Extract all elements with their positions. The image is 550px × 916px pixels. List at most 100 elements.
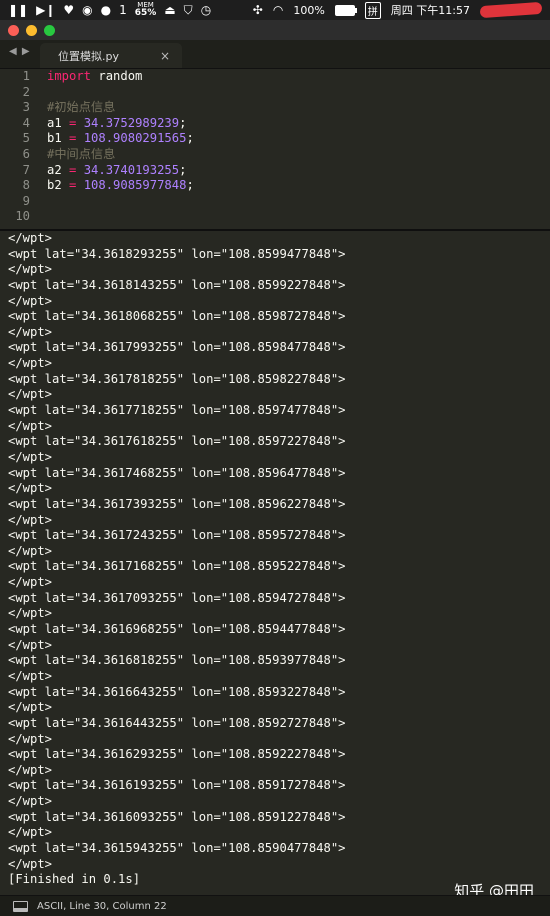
line-number: 9 [22,193,30,208]
tab-nav-arrows-icon[interactable]: ◀ ▶ [9,46,31,57]
assign-operator: = [69,131,77,146]
semicolon: ; [179,162,187,177]
input-method-icon[interactable]: 拼 [364,1,381,19]
battery-percent: 100% [293,3,325,17]
number-literal: 108.9085977848 [83,178,187,193]
pause-icon[interactable]: ❚❚ [8,0,28,20]
var-name: b1 [47,131,70,146]
output-line: <wpt lat="34.3618293255" lon="108.859947… [8,246,346,261]
line-number: 1 [22,69,30,83]
output-line: <wpt lat="34.3617168255" lon="108.859522… [8,559,346,574]
var-name: a1 [47,115,70,130]
play-next-icon[interactable]: ▶❙ [36,0,55,20]
code-line: 9 [0,194,550,210]
output-line: </wpt> [8,512,53,527]
output-line: <wpt lat="34.3617093255" lon="108.859472… [8,590,346,605]
battery-fill [335,5,354,15]
output-line: <wpt lat="34.3617618255" lon="108.859722… [8,434,346,449]
output-line: <wpt lat="34.3617718255" lon="108.859747… [8,403,346,418]
output-line: </wpt> [8,449,53,464]
battery-icon[interactable] [334,4,357,16]
code-comment: #中间点信息 [47,146,116,161]
output-line: </wpt> [8,324,53,339]
tab-file[interactable]: 位置模拟.py × [40,43,182,68]
line-number: 7 [22,162,30,177]
zoom-window-button[interactable] [44,25,55,36]
output-line: </wpt> [8,731,53,746]
wifi-icon[interactable]: ◠ [273,0,283,20]
output-line: <wpt lat="34.3616818255" lon="108.859397… [8,653,346,668]
screen-icon[interactable]: ⏏ [164,0,175,20]
semicolon: ; [179,115,187,130]
code-line: 7 a2 = 34.3740193255; [0,163,550,179]
code-line: 6 #中间点信息 [0,147,550,163]
output-line: </wpt> [8,700,53,715]
code-line: 8 b2 = 108.9085977848; [0,178,550,194]
output-line: <wpt lat="34.3617993255" lon="108.859847… [8,340,346,355]
menubar-left: ❚❚ ▶❙ ♥ ◉ ● 1 MEM 65% ⏏ ⛉ ◷ [0,0,211,20]
build-output-panel[interactable]: </wpt> <wpt lat="34.3618293255" lon="108.… [0,231,550,895]
assign-operator: = [69,178,77,193]
var-name: a2 [47,162,70,177]
output-line: </wpt> [8,856,53,871]
code-line: 2 [0,85,550,101]
output-line: </wpt> [8,575,53,590]
code-editor[interactable]: 1 import random 2 3 #初始点信息 4 a1 = 34.375… [0,69,550,229]
output-line: </wpt> [8,481,53,496]
output-line: <wpt lat="34.3616443255" lon="108.859272… [8,715,346,730]
code-line: 4 a1 = 34.3752989239; [0,116,550,132]
code-comment: #初始点信息 [47,100,116,115]
keyword-import: import [47,69,92,83]
output-line: <wpt lat="34.3616643255" lon="108.859322… [8,684,346,699]
number-literal: 108.9080291565 [83,131,187,146]
clock-icon[interactable]: ◷ [201,0,211,20]
output-line: </wpt> [8,387,53,402]
assign-operator: = [69,162,77,177]
minimize-window-button[interactable] [26,25,37,36]
shield-icon[interactable]: ⛉ [184,0,193,20]
panel-toggle-icon[interactable] [13,900,28,912]
close-icon[interactable]: × [160,49,170,63]
output-line: </wpt> [8,262,53,277]
wechat-badge: 1 [119,3,127,17]
output-line: </wpt> [8,637,53,652]
output-line: </wpt> [8,418,53,433]
line-number: 5 [22,131,30,146]
status-text: ASCII, Line 30, Column 22 [37,900,167,912]
status-bar: ASCII, Line 30, Column 22 [0,895,550,916]
code-line: 3 #初始点信息 [0,100,550,116]
output-line: <wpt lat="34.3616093255" lon="108.859122… [8,809,346,824]
network-icon[interactable]: ✣ [253,0,263,20]
output-line: </wpt> [8,293,53,308]
window-titlebar [0,20,550,40]
line-number: 6 [22,146,30,161]
output-line: </wpt> [8,668,53,683]
output-line: <wpt lat="34.3616193255" lon="108.859172… [8,778,346,793]
wechat-icon[interactable]: ● [101,0,111,20]
line-number: 8 [22,178,30,193]
module-name: random [91,69,143,83]
menubar-clock[interactable]: 周四 下午11:57 [391,2,470,18]
number-literal: 34.3752989239 [83,115,180,130]
output-line: </wpt> [8,356,53,371]
output-line: <wpt lat="34.3617243255" lon="108.859572… [8,528,346,543]
mem-value: 65% [134,8,157,18]
tab-bar: ◀ ▶ 位置模拟.py × [0,40,550,69]
heart-icon[interactable]: ♥ [63,0,74,20]
output-line: </wpt> [8,762,53,777]
output-line: </wpt> [8,794,53,809]
memory-monitor[interactable]: MEM 65% [135,2,157,18]
line-number: 10 [15,209,30,224]
assign-operator: = [69,115,77,130]
output-line: <wpt lat="34.3616293255" lon="108.859222… [8,747,346,762]
line-number: 4 [22,115,30,130]
var-name: b2 [47,178,70,193]
tab-title: 位置模拟.py [58,49,119,63]
output-line: <wpt lat="34.3617468255" lon="108.859647… [8,465,346,480]
semicolon: ; [186,178,194,193]
close-window-button[interactable] [8,25,19,36]
weibo-icon[interactable]: ◉ [82,0,92,20]
output-line: <wpt lat="34.3618068255" lon="108.859872… [8,309,346,324]
output-line: <wpt lat="34.3617393255" lon="108.859622… [8,496,346,511]
output-line: </wpt> [8,825,53,840]
